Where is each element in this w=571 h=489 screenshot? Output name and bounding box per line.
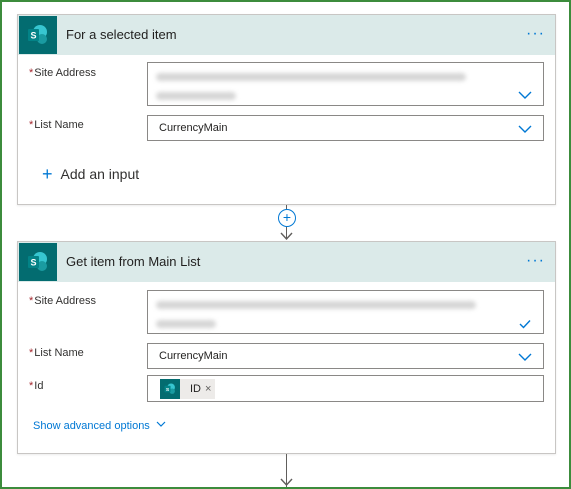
remove-token-icon[interactable]: × [205,383,211,395]
sharepoint-icon: S [19,243,57,281]
svg-text:S: S [30,258,36,268]
list-name-field[interactable]: CurrencyMain [147,343,544,369]
card-header[interactable]: S For a selected item ··· [18,15,555,55]
insert-step-button[interactable]: + [278,209,296,227]
chevron-down-icon[interactable] [518,90,532,100]
action-card-get-item: S Get item from Main List ··· *Site Addr… [17,241,556,454]
list-name-label: *List Name [29,347,84,359]
card-title: For a selected item [66,27,177,42]
more-options-button[interactable]: ··· [526,25,545,43]
svg-text:S: S [30,31,36,41]
plus-icon: + [42,164,53,184]
token-label: ID [190,383,201,395]
site-address-label: *Site Address [29,67,97,79]
add-an-input-button[interactable]: + Add an input [42,163,139,184]
sharepoint-icon: S [160,379,180,399]
list-name-label: *List Name [29,119,84,131]
show-advanced-options-link[interactable]: Show advanced options [33,420,166,432]
chevron-down-icon [156,421,166,427]
dynamic-content-token[interactable]: S ID × [160,379,216,399]
chevron-down-icon[interactable] [518,352,532,362]
action-card-for-selected-item: S For a selected item ··· *Site Address … [17,14,556,205]
site-address-field[interactable] [147,62,544,106]
list-name-value: CurrencyMain [159,122,228,134]
sharepoint-icon: S [19,16,57,54]
card-header[interactable]: S Get item from Main List ··· [18,242,555,282]
site-address-field[interactable] [147,290,544,334]
id-field[interactable]: S ID × [147,375,544,402]
site-address-label: *Site Address [29,295,97,307]
chevron-down-icon[interactable] [518,124,532,134]
checkmark-icon [519,320,531,329]
more-options-button[interactable]: ··· [526,252,545,270]
list-name-value: CurrencyMain [159,350,228,362]
list-name-field[interactable]: CurrencyMain [147,115,544,141]
arrow-down-icon [280,478,293,486]
id-label: *Id [29,380,44,392]
arrow-down-icon [280,232,293,240]
card-title: Get item from Main List [66,254,201,269]
